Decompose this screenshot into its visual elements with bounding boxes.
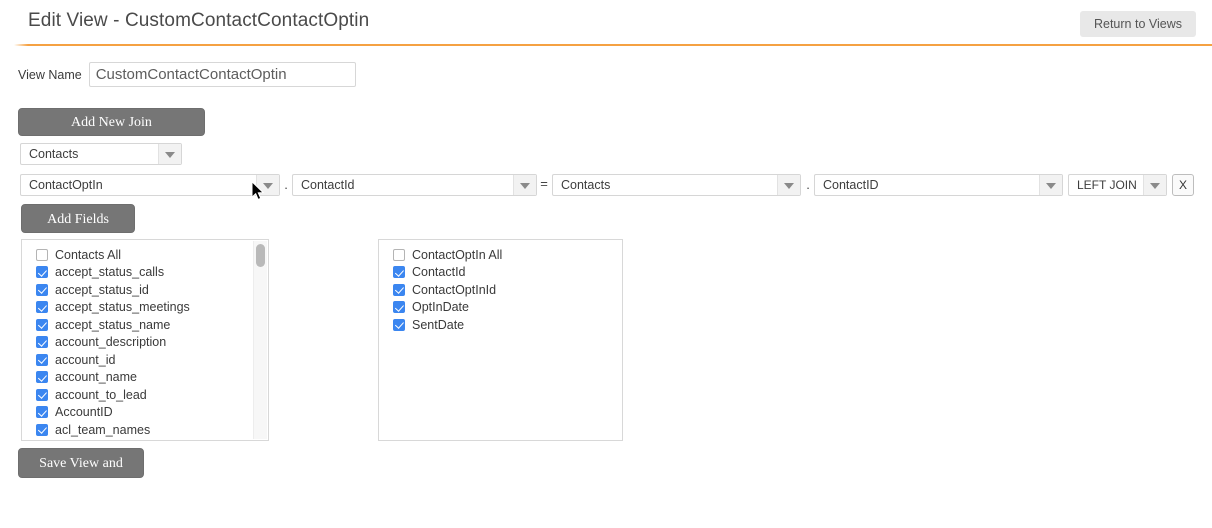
field-list-item-label: SentDate xyxy=(412,317,465,332)
field-list-item[interactable]: ContactOptInId xyxy=(379,281,622,299)
view-name-input[interactable] xyxy=(88,62,356,87)
join-left-separator: . xyxy=(284,177,288,192)
join-left-field-select[interactable]: ContactId xyxy=(292,174,537,196)
field-list-item-label: account_name xyxy=(55,370,138,385)
checkbox-checked-icon[interactable] xyxy=(36,266,48,279)
checkbox-checked-icon[interactable] xyxy=(393,301,405,314)
base-table-select-value: Contacts xyxy=(29,147,79,161)
contactoptin-field-panel: ContactOptIn All ContactId ContactOptInId O… xyxy=(378,239,623,441)
chevron-down-icon[interactable] xyxy=(1143,175,1166,195)
join-equals-operator: = xyxy=(540,176,548,191)
join-right-table-select[interactable]: Contacts xyxy=(552,174,801,196)
view-name-label: View Name xyxy=(18,67,82,82)
contacts-field-list[interactable]: Contacts All accept_status_calls accept_st… xyxy=(22,246,268,440)
field-list-item[interactable]: acl_team_names xyxy=(22,421,268,439)
checkbox-checked-icon[interactable] xyxy=(36,283,48,296)
field-list-item[interactable]: ContactOptIn All xyxy=(379,246,622,264)
view-name-row: View Name xyxy=(0,62,356,87)
field-list-item-label: Contacts All xyxy=(55,247,122,262)
field-list-item[interactable]: SentDate xyxy=(379,316,622,334)
field-list-item-label: ContactOptInId xyxy=(412,282,497,297)
header-bar: Edit View - CustomContactContactOptin Re… xyxy=(0,0,1212,44)
field-list-item-label: accept_status_id xyxy=(55,282,149,297)
field-list-item[interactable]: accept_status_calls xyxy=(22,264,268,282)
page-title: Edit View - CustomContactContactOptin xyxy=(28,10,370,31)
field-list-item[interactable]: account_description xyxy=(22,334,268,352)
field-list-item[interactable]: account_to_lead xyxy=(22,386,268,404)
field-list-item-label: account_description xyxy=(55,335,167,350)
field-list-item[interactable]: account_id xyxy=(22,351,268,369)
add-fields-button[interactable]: Add Fields xyxy=(21,204,135,233)
field-list-item[interactable]: accept_status_meetings xyxy=(22,299,268,317)
join-left-field-value: ContactId xyxy=(301,178,355,192)
header-divider xyxy=(14,44,1212,46)
field-list-item-label: account_to_lead xyxy=(55,387,147,402)
field-list-item[interactable]: Contacts All xyxy=(22,246,268,264)
join-right-field-value: ContactID xyxy=(823,178,879,192)
checkbox-checked-icon[interactable] xyxy=(36,388,48,401)
remove-join-button[interactable]: X xyxy=(1172,174,1194,196)
save-view-and-return-button[interactable]: Save View and Return xyxy=(18,448,144,499)
join-right-table-value: Contacts xyxy=(561,178,611,192)
checkbox-checked-icon[interactable] xyxy=(36,406,48,419)
field-list-item-label: ContactId xyxy=(412,265,466,280)
contacts-field-panel: Contacts All accept_status_calls accept_st… xyxy=(21,239,269,441)
field-list-item[interactable]: ContactId xyxy=(379,264,622,282)
checkbox-checked-icon[interactable] xyxy=(393,266,405,279)
checkbox-checked-icon[interactable] xyxy=(36,423,48,436)
field-list-item[interactable]: accept_status_id xyxy=(22,281,268,299)
join-type-value: LEFT JOIN xyxy=(1077,178,1137,192)
join-left-table-value: ContactOptIn xyxy=(29,178,103,192)
chevron-down-icon[interactable] xyxy=(256,175,279,195)
field-list-item-label: accept_status_calls xyxy=(55,265,165,280)
checkbox-checked-icon[interactable] xyxy=(36,371,48,384)
field-list-item-label: OptInDate xyxy=(412,300,469,315)
field-list-item[interactable]: accept_status_name xyxy=(22,316,268,334)
field-list-item[interactable]: account_name xyxy=(22,369,268,387)
contacts-scrollbar-thumb[interactable] xyxy=(256,244,265,267)
chevron-down-icon[interactable] xyxy=(1039,175,1062,195)
chevron-down-icon[interactable] xyxy=(513,175,536,195)
field-list-item-label: acl_team_names xyxy=(55,422,151,437)
contacts-scrollbar[interactable] xyxy=(253,241,267,439)
checkbox-checked-icon[interactable] xyxy=(36,301,48,314)
return-to-views-button[interactable]: Return to Views xyxy=(1079,11,1196,37)
join-right-field-select[interactable]: ContactID xyxy=(814,174,1063,196)
contactoptin-field-list[interactable]: ContactOptIn All ContactId ContactOptInId O… xyxy=(379,246,622,440)
add-new-join-button[interactable]: Add New Join xyxy=(18,108,205,136)
field-list-item[interactable]: OptInDate xyxy=(379,299,622,317)
join-right-separator: . xyxy=(806,177,810,192)
field-list-item-label: accept_status_meetings xyxy=(55,300,190,315)
checkbox-checked-icon[interactable] xyxy=(36,336,48,349)
field-list-item[interactable] xyxy=(22,439,268,441)
checkbox-unchecked-icon[interactable] xyxy=(36,248,48,261)
field-list-item-label: accept_status_name xyxy=(55,317,171,332)
field-list-item[interactable]: AccountID xyxy=(22,404,268,422)
base-table-select[interactable]: Contacts xyxy=(20,143,182,165)
join-left-table-select[interactable]: ContactOptIn xyxy=(20,174,280,196)
checkbox-checked-icon[interactable] xyxy=(393,283,405,296)
checkbox-checked-icon[interactable] xyxy=(393,318,405,331)
field-list-item-label: ContactOptIn All xyxy=(412,247,503,262)
field-list-item-label: AccountID xyxy=(55,405,113,420)
checkbox-checked-icon[interactable] xyxy=(36,353,48,366)
checkbox-unchecked-icon[interactable] xyxy=(393,248,405,261)
field-list-item-label: account_id xyxy=(55,352,116,367)
checkbox-checked-icon[interactable] xyxy=(36,318,48,331)
chevron-down-icon[interactable] xyxy=(158,144,181,164)
chevron-down-icon[interactable] xyxy=(777,175,800,195)
join-type-select[interactable]: LEFT JOIN xyxy=(1068,174,1167,196)
